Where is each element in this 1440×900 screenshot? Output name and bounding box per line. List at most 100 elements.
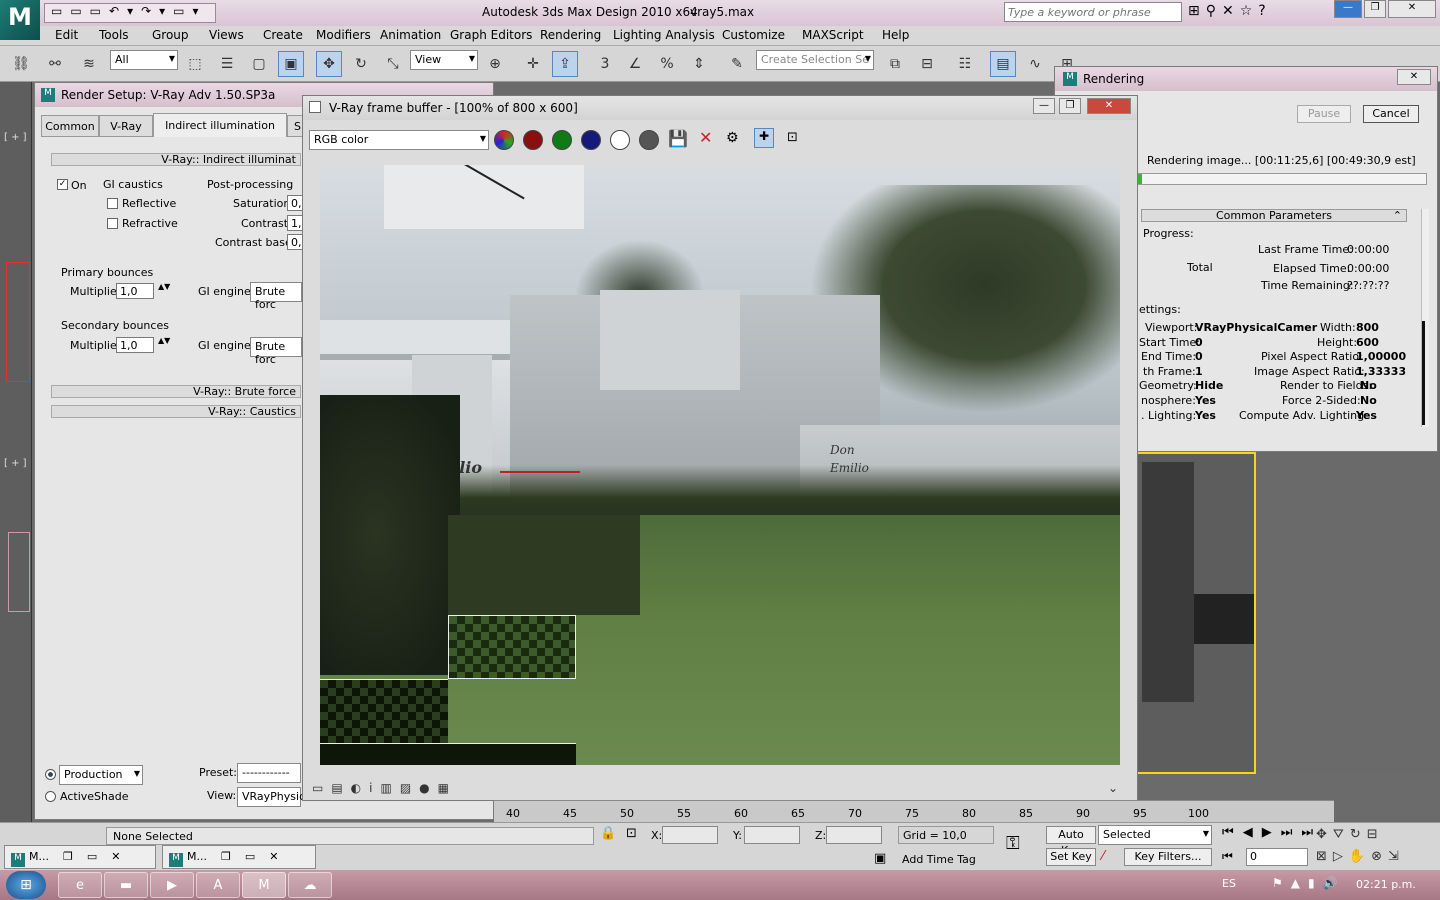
app-taskbar-icon[interactable]: ☁ <box>288 872 332 898</box>
tab-vray[interactable]: V-Ray <box>99 115 153 137</box>
tab-common[interactable]: Common <box>41 115 99 137</box>
reflective-checkbox[interactable] <box>107 198 118 209</box>
rollout-brute-force[interactable]: V-Ray:: Brute force <box>51 385 301 398</box>
close-button[interactable]: ✕ <box>1388 0 1436 18</box>
percent-snap-icon[interactable]: % <box>654 51 680 77</box>
minimize-button[interactable]: — <box>1334 0 1362 18</box>
vfb-maximize-button[interactable]: ❐ <box>1059 98 1081 114</box>
saturation-input[interactable]: 0, <box>287 195 303 211</box>
menu-views[interactable]: Views <box>209 28 244 42</box>
activeshade-radio[interactable] <box>45 791 56 802</box>
pivot-center-icon[interactable]: ⊕ <box>482 51 508 77</box>
scale-icon[interactable]: ⤡ <box>380 51 406 77</box>
keyboard-shortcut-override-icon[interactable]: ⇪ <box>552 51 578 77</box>
graphite-tools-icon[interactable]: ▤ <box>990 51 1016 77</box>
y-coordinate-input[interactable] <box>744 826 800 844</box>
viewport-nav-icons-2[interactable]: ⊠▷✋⊗⇲ <box>1316 849 1405 864</box>
minimized-window-2[interactable]: M M... ❐▭✕ <box>162 845 316 869</box>
explorer-icon[interactable]: ▬ <box>104 872 148 898</box>
vfb-minimize-button[interactable]: — <box>1033 98 1055 114</box>
menu-customize[interactable]: Customize <box>722 28 785 42</box>
menu-help[interactable]: Help <box>882 28 909 42</box>
mirror-icon[interactable]: ⧉ <box>882 51 908 77</box>
refractive-checkbox[interactable] <box>107 218 118 229</box>
rollout-indirect-illumination[interactable]: V-Ray:: Indirect illuminat <box>51 153 301 166</box>
link-icon[interactable]: ⛓ <box>8 51 34 77</box>
production-select[interactable]: Production ▼ <box>59 765 143 785</box>
layer-manager-icon[interactable]: ☷ <box>952 51 978 77</box>
x-coordinate-input[interactable] <box>662 826 718 844</box>
alpha-channel-icon[interactable] <box>610 130 630 150</box>
menu-create[interactable]: Create <box>263 28 303 42</box>
bind-space-warp-icon[interactable]: ≋ <box>76 51 102 77</box>
absolute-mode-icon[interactable]: ⊡ <box>626 826 637 841</box>
autocad-icon[interactable]: A <box>196 872 240 898</box>
vfb-bottom-icons[interactable]: ▭▤◐i▥▨●▦ <box>312 781 457 795</box>
secondary-multiplier-input[interactable]: 1,0 <box>116 337 154 353</box>
primary-multiplier-input[interactable]: 1,0 <box>116 283 154 299</box>
selection-region-icon[interactable]: ▢ <box>246 51 272 77</box>
menu-modifiers[interactable]: Modifiers <box>316 28 371 42</box>
view-select[interactable]: VRayPhysica <box>237 787 312 807</box>
edit-named-selection-icon[interactable]: ✎ <box>724 51 750 77</box>
z-coordinate-input[interactable] <box>826 826 882 844</box>
menu-graph-editors[interactable]: Graph Editors <box>450 28 532 42</box>
select-by-name-icon[interactable]: ☰ <box>214 51 240 77</box>
current-frame-input[interactable]: 0 <box>1246 848 1308 866</box>
tray-icons[interactable]: ⚑▲▮🔊 <box>1272 876 1346 890</box>
menu-tools[interactable]: Tools <box>99 28 129 42</box>
reference-coordinate-select[interactable]: View ▼ <box>410 50 478 70</box>
app-logo[interactable]: M <box>0 0 40 40</box>
menu-edit[interactable]: Edit <box>55 28 78 42</box>
primary-multiplier-spinner[interactable]: ▲▼ <box>158 282 170 291</box>
lock-icon[interactable]: 🔒 <box>600 826 616 841</box>
menu-animation[interactable]: Animation <box>380 28 441 42</box>
monochrome-icon[interactable] <box>639 130 659 150</box>
vfb-close-button[interactable]: ✕ <box>1087 98 1131 114</box>
spinner-snap-icon[interactable]: ⇕ <box>686 51 712 77</box>
curve-editor-icon[interactable]: ∿ <box>1022 51 1048 77</box>
search-input[interactable] <box>1004 2 1182 22</box>
primary-gi-engine-select[interactable]: Brute forc <box>250 282 302 311</box>
gi-on-checkbox[interactable]: ✓ <box>57 179 68 190</box>
timeline[interactable]: 40 45 50 55 60 65 70 75 80 85 90 95 100 <box>494 800 1334 822</box>
production-radio[interactable] <box>45 769 56 780</box>
internet-explorer-icon[interactable]: e <box>58 872 102 898</box>
rendering-close-button[interactable]: ✕ <box>1397 69 1431 85</box>
viewport-label-2[interactable]: [ + ] <box>4 458 27 469</box>
render-image[interactable]: Don Emilio Don Emilio <box>320 165 1120 765</box>
contrast-input[interactable]: 1, <box>287 215 303 231</box>
rollout-caustics[interactable]: V-Ray:: Caustics <box>51 405 301 418</box>
clear-image-icon[interactable]: ✕ <box>699 128 712 147</box>
restore-button[interactable]: ❐ <box>1364 0 1386 18</box>
selection-filter-select[interactable]: All ▼ <box>110 50 178 70</box>
blue-channel-icon[interactable] <box>581 130 601 150</box>
red-channel-icon[interactable] <box>523 130 543 150</box>
render-last-icon[interactable]: ⊡ <box>787 130 798 145</box>
tab-indirect-illumination[interactable]: Indirect illumination <box>153 113 287 137</box>
menu-lighting-analysis[interactable]: Lighting Analysis <box>613 28 715 42</box>
3dsmax-taskbar-icon[interactable]: M <box>242 872 286 898</box>
cancel-button[interactable]: Cancel <box>1363 105 1419 123</box>
viewport-perspective[interactable] <box>1136 452 1256 774</box>
menu-group[interactable]: Group <box>152 28 189 42</box>
start-button[interactable]: ⊞ <box>6 871 46 899</box>
vfb-expand-icon[interactable]: ⌄ <box>1108 778 1126 798</box>
auto-key-button[interactable]: Auto Key <box>1046 826 1096 857</box>
named-selection-sets-select[interactable]: Create Selection Se ▼ <box>756 50 874 70</box>
viewport-right-edge[interactable] <box>1256 452 1440 774</box>
pause-button[interactable]: Pause <box>1297 105 1351 123</box>
green-channel-icon[interactable] <box>552 130 572 150</box>
language-indicator[interactable]: ES <box>1222 877 1236 890</box>
unlink-icon[interactable]: ⚯ <box>42 51 68 77</box>
track-mouse-icon[interactable]: ⚙ <box>726 130 739 146</box>
playback-controls[interactable]: ⏮◀▶⏭⏭ <box>1222 825 1322 840</box>
window-crossing-icon[interactable]: ▣ <box>278 51 304 77</box>
rotate-icon[interactable]: ↻ <box>348 51 374 77</box>
add-time-tag-label[interactable]: Add Time Tag <box>902 853 976 866</box>
save-image-icon[interactable]: 💾 <box>668 129 688 148</box>
key-selection-select[interactable]: Selected ▼ <box>1098 825 1212 845</box>
set-key-button[interactable]: Set Key <box>1046 848 1096 866</box>
key-filters-button[interactable]: Key Filters... <box>1124 848 1212 866</box>
viewport-label[interactable]: [ + ] <box>4 132 27 143</box>
